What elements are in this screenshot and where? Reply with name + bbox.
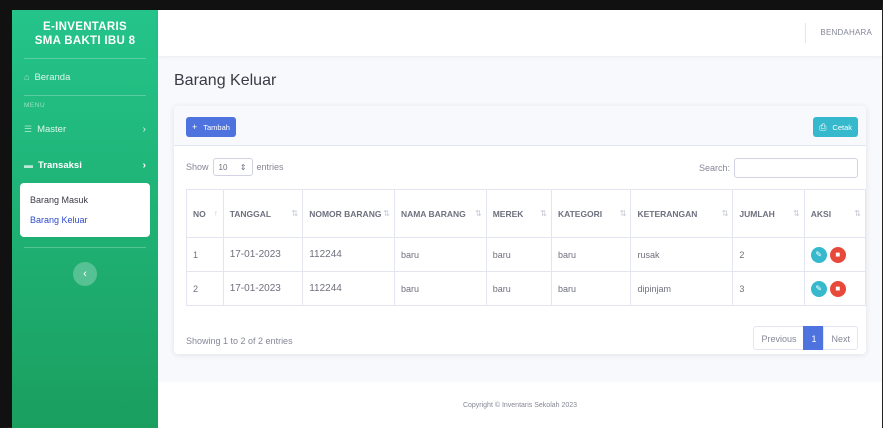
table-info: Showing 1 to 2 of 2 entries [186,336,293,346]
brand-line-1: E-INVENTARIS [43,21,127,33]
sidebar: E-INVENTARIS SMA BAKTI IBU 8 ⌂ Beranda M… [12,10,158,428]
entries-control: Show 10 ⇕ entries [186,158,284,176]
cell-tanggal: 17-01-2023 [222,237,304,272]
sort-icon: ⇅ [475,208,482,218]
col-header-keterangan[interactable]: KETERANGAN ⇅ [630,189,734,238]
printer-icon: ⎙ [819,121,827,132]
sidebar-item-transaksi[interactable]: ▬ Transaksi › [12,147,158,183]
folder-icon: ▬ [24,160,33,170]
entries-value: 10 [218,162,228,172]
sidebar-item-label: Transaksi [38,159,82,171]
col-header-tanggal[interactable]: TANGGAL ⇅ [222,189,304,238]
chevron-right-icon: › [142,123,146,135]
select-arrows-icon: ⇕ [239,162,247,172]
sidebar-toggle-button[interactable]: ‹ [73,262,97,286]
delete-button[interactable]: ■ [829,280,846,297]
col-header-jumlah[interactable]: JUMLAH ⇅ [732,189,805,238]
table-row: 2 17-01-2023 112244 baru baru baru dipin… [186,271,867,306]
app-frame: E-INVENTARIS SMA BAKTI IBU 8 ⌂ Beranda M… [0,0,883,428]
list-icon: ☰ [24,123,33,134]
show-label: Show [186,162,209,172]
cell-merek: baru [485,237,552,272]
sort-icon: ⇅ [291,208,299,218]
col-header-no[interactable]: NO ↑ [186,189,224,238]
page-1-button[interactable]: 1 [803,326,825,350]
sort-icon: ⇅ [854,208,861,218]
entries-label: entries [256,162,284,172]
plus-icon: + [192,122,198,132]
search-label: Search: [698,163,730,173]
cell-nomor-barang: 112244 [302,271,395,306]
edit-icon: ✎ [815,284,823,293]
topbar: BENDAHARA [158,10,882,56]
cell-kategori: baru [550,237,632,272]
add-button[interactable]: + Tambah [186,117,236,137]
cell-no: 2 [186,271,224,306]
sort-icon: ⇅ [619,208,627,218]
trash-icon: ■ [835,250,841,259]
table-header-row: NO ↑ TANGGAL ⇅ NOMOR BARANG ⇅ NAMA BARANG ⇅ … [186,189,867,238]
submenu: Barang Masuk Barang Keluar [20,183,150,237]
cell-no: 1 [186,237,224,272]
data-card: + Tambah ⎙ Cetak Show 10 ⇕ entries Searc… [174,106,867,354]
sidebar-item-label: Master [37,123,67,135]
sort-asc-icon: ↑ [213,208,218,218]
data-table: NO ↑ TANGGAL ⇅ NOMOR BARANG ⇅ NAMA BARANG ⇅ … [186,189,867,306]
brand-line-2: SMA BAKTI IBU 8 [34,35,136,47]
trash-icon: ■ [835,284,841,293]
sort-icon: ⇅ [793,208,800,218]
edit-button[interactable]: ✎ [810,246,827,263]
search-input[interactable] [734,158,858,178]
sidebar-item-master[interactable]: ☰ Master › [12,111,158,147]
col-header-merek[interactable]: MEREK ⇅ [485,189,552,238]
cell-tanggal: 17-01-2023 [222,271,304,306]
sort-icon: ⇅ [540,208,547,218]
card-header: + Tambah ⎙ Cetak [174,106,866,146]
sidebar-heading: MENU [24,102,46,109]
home-icon: ⌂ [24,72,30,82]
edit-icon: ✎ [815,250,823,259]
user-menu[interactable]: BENDAHARA [805,23,872,43]
page-title: Barang Keluar [174,72,277,89]
pagination: Previous 1 Next [753,326,858,350]
print-button-label: Cetak [832,122,852,132]
col-header-nama-barang[interactable]: NAMA BARANG ⇅ [393,189,487,238]
cell-keterangan: rusak [630,237,734,272]
entries-select[interactable]: 10 ⇕ [212,158,253,176]
cell-jumlah: 2 [732,237,805,272]
cell-jumlah: 3 [732,271,805,306]
cell-nomor-barang: 112244 [302,237,395,272]
add-button-label: Tambah [203,122,230,132]
edit-button[interactable]: ✎ [810,280,827,297]
col-header-kategori[interactable]: KATEGORI ⇅ [550,189,632,238]
print-button[interactable]: ⎙ Cetak [813,117,858,137]
footer-copyright: Copyright © Inventaris Sekolah 2023 [462,401,578,409]
cell-nama-barang: baru [393,271,487,306]
previous-page-button[interactable]: Previous [753,326,805,350]
col-header-nomor-barang[interactable]: NOMOR BARANG ⇅ [302,189,395,238]
chevron-right-icon: › [142,159,146,171]
submenu-item-barang-masuk[interactable]: Barang Masuk [30,190,140,210]
delete-button[interactable]: ■ [829,246,846,263]
sidebar-divider [24,247,146,248]
cell-merek: baru [485,271,552,306]
search-control: Search: [699,158,858,178]
sort-icon: ⇅ [383,208,390,218]
cell-keterangan: dipinjam [630,271,734,306]
sidebar-item-beranda[interactable]: ⌂ Beranda [12,59,158,95]
sort-icon: ⇅ [721,208,729,218]
cell-kategori: baru [550,271,632,306]
submenu-item-barang-keluar[interactable]: Barang Keluar [30,210,140,230]
col-header-aksi[interactable]: AKSI ⇅ [803,189,867,238]
cell-nama-barang: baru [393,237,487,272]
cell-aksi: ✎ ■ [803,237,867,272]
table-row: 1 17-01-2023 112244 baru baru baru rusak… [186,237,867,272]
sidebar-item-label: Beranda [34,71,71,83]
cell-aksi: ✎ ■ [803,271,867,306]
next-page-button[interactable]: Next [823,326,858,350]
footer: Copyright © Inventaris Sekolah 2023 [158,382,882,428]
chevron-left-icon: ‹ [83,268,87,280]
brand[interactable]: E-INVENTARIS SMA BAKTI IBU 8 [12,10,158,58]
